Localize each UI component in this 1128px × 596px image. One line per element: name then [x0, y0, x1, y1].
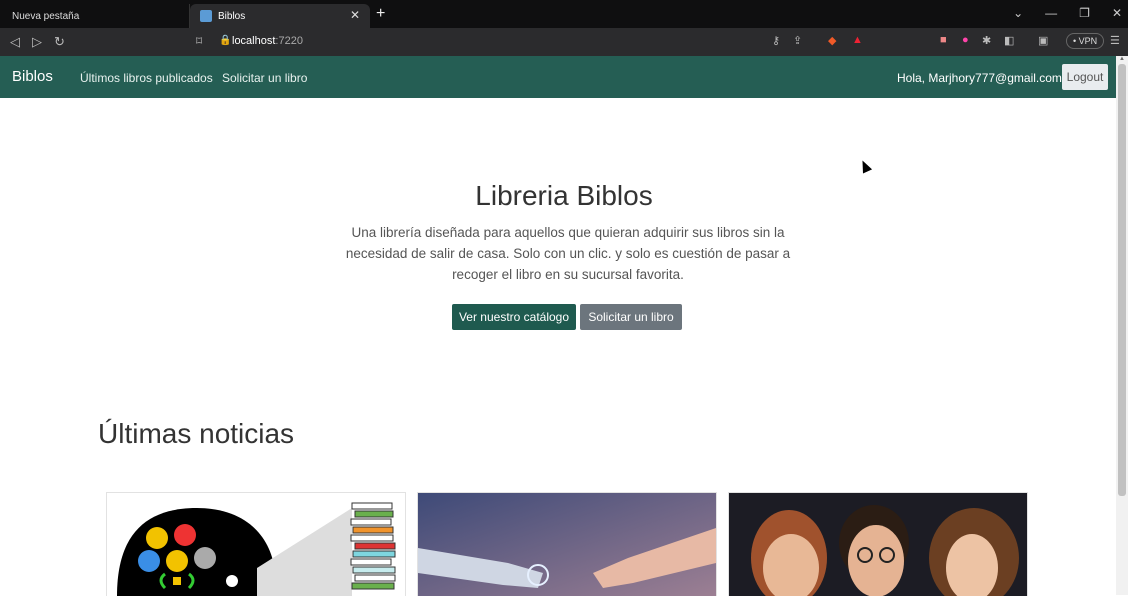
harry-potter-characters-image: [729, 493, 1027, 596]
close-window-icon[interactable]: ✕: [1112, 6, 1122, 20]
nav-solicitar-libro[interactable]: Solicitar un libro: [222, 71, 307, 85]
new-tab-icon[interactable]: +: [376, 5, 385, 23]
hero-description: Una librería diseñada para aquellos que …: [345, 225, 791, 282]
user-greeting: Hola, Marjhory777@gmail.com: [897, 71, 1062, 85]
news-card[interactable]: [417, 492, 717, 596]
sidebar-icon[interactable]: ◧: [1004, 34, 1014, 47]
menu-icon[interactable]: ☰: [1110, 34, 1120, 47]
ver-catalogo-button[interactable]: Ver nuestro catálogo: [452, 304, 576, 330]
nav-ultimos-libros[interactable]: Últimos libros publicados: [80, 71, 213, 85]
minimize-icon[interactable]: —: [1045, 6, 1057, 20]
brave-rewards-icon[interactable]: ▲: [852, 34, 863, 46]
brand-link[interactable]: Biblos: [12, 68, 53, 85]
page-scrollbar[interactable]: ▲: [1116, 56, 1128, 595]
logout-button[interactable]: Logout: [1062, 64, 1108, 90]
key-icon[interactable]: ⚷: [772, 34, 780, 47]
share-icon[interactable]: ⇪: [793, 34, 802, 47]
url-field[interactable]: localhost:7220: [232, 35, 303, 47]
mouse-cursor-icon: [857, 158, 873, 174]
site-navbar: Biblos Últimos libros publicados Solicit…: [0, 56, 1116, 98]
puzzle-icon[interactable]: ✱: [982, 34, 991, 47]
tab-biblos[interactable]: Biblos ✕: [190, 4, 370, 28]
reload-icon[interactable]: ↻: [54, 34, 65, 50]
bookmark-icon[interactable]: ⌑: [196, 34, 202, 48]
brave-shield-icon[interactable]: ◆: [828, 34, 836, 47]
extension-icon[interactable]: ●: [962, 34, 969, 46]
tab-label: Nueva pestaña: [12, 10, 80, 22]
tab-label: Biblos: [218, 10, 246, 22]
vpn-button[interactable]: • VPN: [1066, 33, 1105, 49]
maximize-icon[interactable]: ❐: [1079, 6, 1090, 20]
favicon-icon: [200, 10, 212, 22]
back-icon[interactable]: ◁: [10, 34, 20, 50]
forward-icon[interactable]: ▷: [32, 34, 42, 50]
extension-icon[interactable]: ■: [940, 34, 947, 46]
news-card[interactable]: [106, 492, 406, 596]
close-tab-icon[interactable]: ✕: [350, 8, 360, 22]
tab-nueva-pestana[interactable]: Nueva pestaña: [0, 4, 190, 28]
url-host: localhost: [232, 35, 276, 47]
lock-icon: 🔒: [219, 35, 232, 46]
address-bar: ◁ ▷ ↻ ⌑ 🔒 localhost:7220 ⚷ ⇪ ◆ ▲ ■ ● ✱ ◧…: [0, 28, 1128, 56]
url-port: :7220: [275, 35, 303, 47]
chevron-down-icon[interactable]: ⌄: [1013, 6, 1023, 20]
window-controls: ⌄ — ❐ ✕: [1013, 6, 1122, 20]
news-card[interactable]: [728, 492, 1028, 596]
news-section-title: Últimas noticias: [98, 418, 295, 449]
wallet-icon[interactable]: ▣: [1038, 34, 1048, 47]
brain-books-image: [117, 502, 396, 596]
robot-human-hands-image: [418, 493, 716, 596]
solicitar-libro-button[interactable]: Solicitar un libro: [580, 304, 682, 330]
browser-tab-bar: Nueva pestaña Biblos ✕ + ⌄ — ❐ ✕: [0, 0, 1128, 28]
scroll-up-icon[interactable]: ▲: [1119, 56, 1125, 62]
scrollbar-thumb[interactable]: [1118, 64, 1126, 496]
hero-title: Libreria Biblos: [475, 180, 653, 211]
